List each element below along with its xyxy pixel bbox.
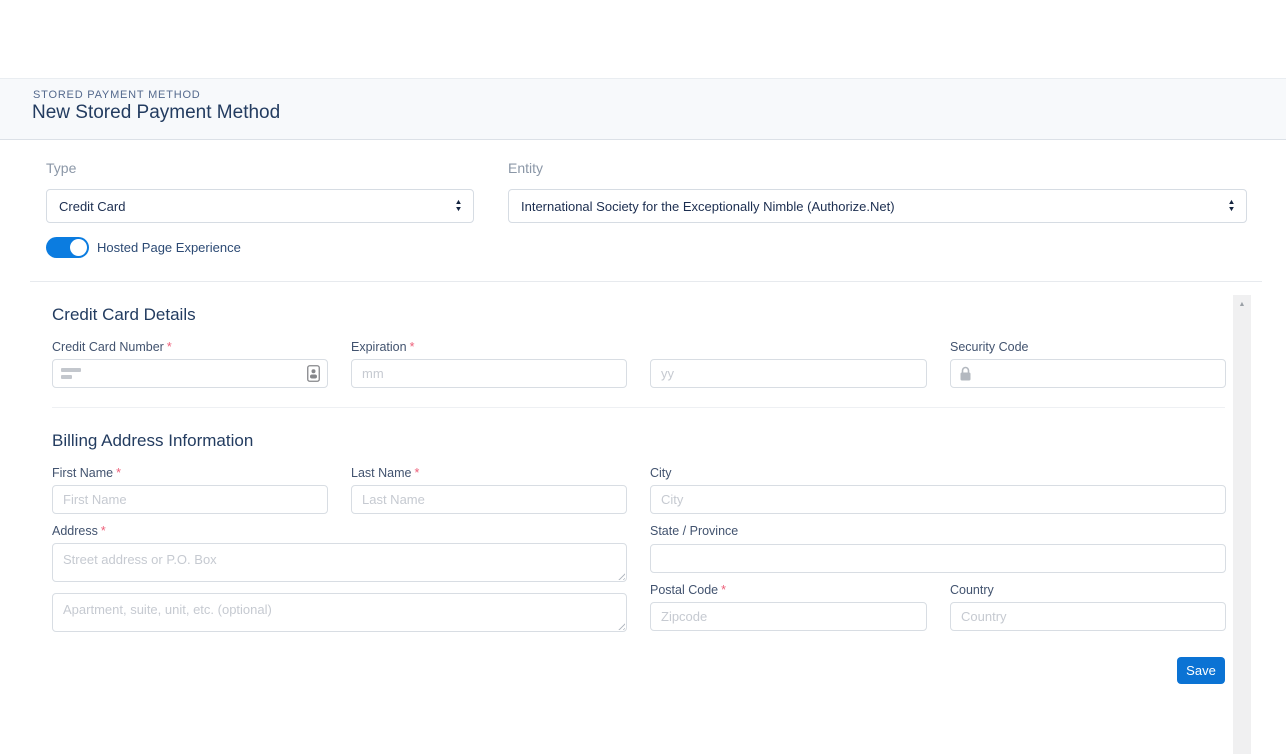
subsection-divider xyxy=(52,407,1225,408)
required-asterisk: * xyxy=(101,524,106,538)
last-name-input[interactable] xyxy=(351,485,627,514)
entity-select-value: International Society for the Exceptiona… xyxy=(521,199,1228,214)
page-title: New Stored Payment Method xyxy=(32,102,280,124)
hosted-page-experience-toggle[interactable] xyxy=(46,237,89,258)
required-asterisk: * xyxy=(167,340,172,354)
expiration-label: Expiration* xyxy=(351,340,414,354)
type-select[interactable]: Credit Card ▲ ▼ xyxy=(46,189,474,223)
required-asterisk: * xyxy=(116,466,121,480)
autofill-card-icon[interactable] xyxy=(307,365,320,382)
expiration-month-input[interactable] xyxy=(351,359,627,388)
postal-code-label: Postal Code* xyxy=(650,583,726,597)
credit-card-number-field[interactable] xyxy=(52,359,328,388)
security-code-input[interactable] xyxy=(972,360,1225,387)
toggle-knob xyxy=(70,239,87,256)
page-header: STORED PAYMENT METHOD New Stored Payment… xyxy=(0,78,1286,140)
address-label: Address* xyxy=(52,524,106,538)
section-divider xyxy=(30,281,1262,282)
type-select-value: Credit Card xyxy=(59,199,455,214)
state-province-input[interactable] xyxy=(650,544,1226,573)
billing-address-heading: Billing Address Information xyxy=(52,431,253,451)
credit-card-number-input[interactable] xyxy=(81,360,307,387)
credit-card-details-heading: Credit Card Details xyxy=(52,305,196,325)
required-asterisk: * xyxy=(410,340,415,354)
security-code-field[interactable] xyxy=(950,359,1226,388)
entity-select[interactable]: International Society for the Exceptiona… xyxy=(508,189,1247,223)
state-province-label: State / Province xyxy=(650,524,738,538)
object-type-label: STORED PAYMENT METHOD xyxy=(33,89,201,101)
required-asterisk: * xyxy=(414,466,419,480)
apartment-suite-textarea[interactable] xyxy=(52,593,627,632)
vertical-scrollbar[interactable]: ▲ xyxy=(1233,295,1251,754)
required-asterisk: * xyxy=(721,583,726,597)
credit-card-number-label: Credit Card Number* xyxy=(52,340,172,354)
country-label: Country xyxy=(950,583,994,597)
stepper-down-icon[interactable]: ▼ xyxy=(1228,206,1236,213)
type-label: Type xyxy=(46,160,76,176)
city-label: City xyxy=(650,466,672,480)
country-input[interactable] xyxy=(950,602,1226,631)
scroll-up-icon[interactable]: ▲ xyxy=(1233,295,1251,308)
select-stepper-icon[interactable]: ▲ ▼ xyxy=(455,199,462,213)
new-stored-payment-method-page: STORED PAYMENT METHOD New Stored Payment… xyxy=(0,0,1286,754)
security-code-label: Security Code xyxy=(950,340,1029,354)
apartment-suite-field xyxy=(52,593,627,632)
first-name-input[interactable] xyxy=(52,485,328,514)
stepper-up-icon[interactable]: ▲ xyxy=(1228,199,1236,206)
stepper-down-icon[interactable]: ▼ xyxy=(455,206,463,213)
street-address-field xyxy=(52,543,627,582)
select-stepper-icon[interactable]: ▲ ▼ xyxy=(1228,199,1235,213)
save-button[interactable]: Save xyxy=(1177,657,1225,684)
last-name-label: Last Name* xyxy=(351,466,419,480)
street-address-textarea[interactable] xyxy=(52,543,627,582)
expiration-year-input[interactable] xyxy=(650,359,927,388)
hosted-page-experience-label: Hosted Page Experience xyxy=(97,240,241,255)
lock-icon xyxy=(959,366,972,382)
stepper-up-icon[interactable]: ▲ xyxy=(455,199,463,206)
entity-label: Entity xyxy=(508,160,543,176)
postal-code-input[interactable] xyxy=(650,602,927,631)
first-name-label: First Name* xyxy=(52,466,121,480)
city-input[interactable] xyxy=(650,485,1226,514)
credit-card-icon xyxy=(61,367,81,381)
